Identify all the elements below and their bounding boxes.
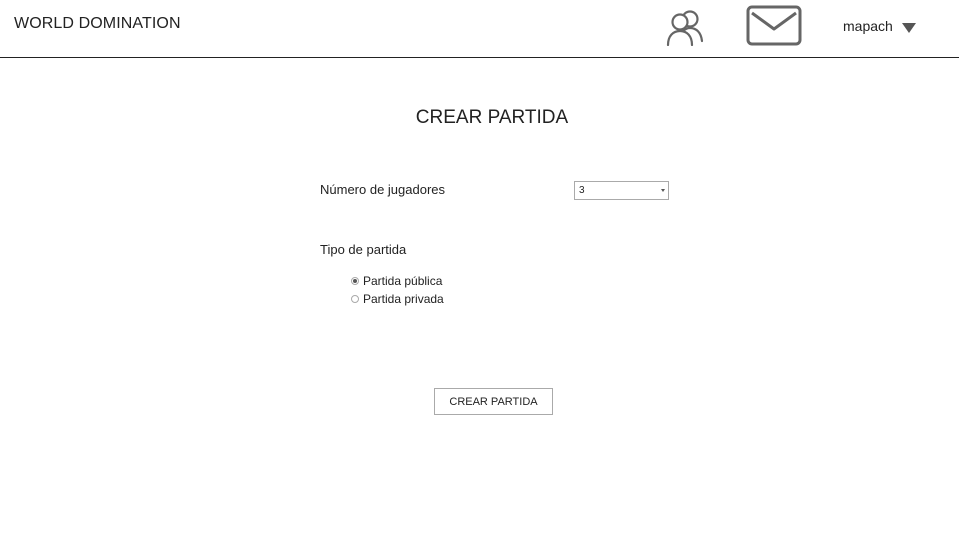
radio-public-game[interactable]: Partida pública (351, 274, 442, 288)
players-select-value: 3 (579, 185, 585, 196)
create-game-button[interactable]: CREAR PARTIDA (434, 388, 553, 415)
radio-label-private: Partida privada (363, 292, 444, 306)
select-arrow-icon (661, 189, 665, 192)
radio-button-public[interactable] (351, 277, 359, 285)
radio-button-private[interactable] (351, 295, 359, 303)
page-title: CREAR PARTIDA (415, 107, 569, 128)
user-menu[interactable]: mapach (843, 16, 916, 36)
users-icon[interactable] (666, 6, 706, 46)
radio-label-public: Partida pública (363, 274, 443, 288)
game-type-label: Tipo de partida (320, 242, 407, 257)
top-header: WORLD DOMINATION mapach (0, 0, 959, 58)
username-label: mapach (843, 18, 893, 34)
players-select[interactable]: 3 (574, 181, 669, 200)
players-label: Número de jugadores (320, 182, 446, 197)
caret-down-icon (901, 22, 916, 33)
brand-title[interactable]: WORLD DOMINATION (14, 15, 181, 33)
envelope-icon[interactable] (746, 5, 802, 46)
radio-private-game[interactable]: Partida privada (351, 292, 444, 306)
